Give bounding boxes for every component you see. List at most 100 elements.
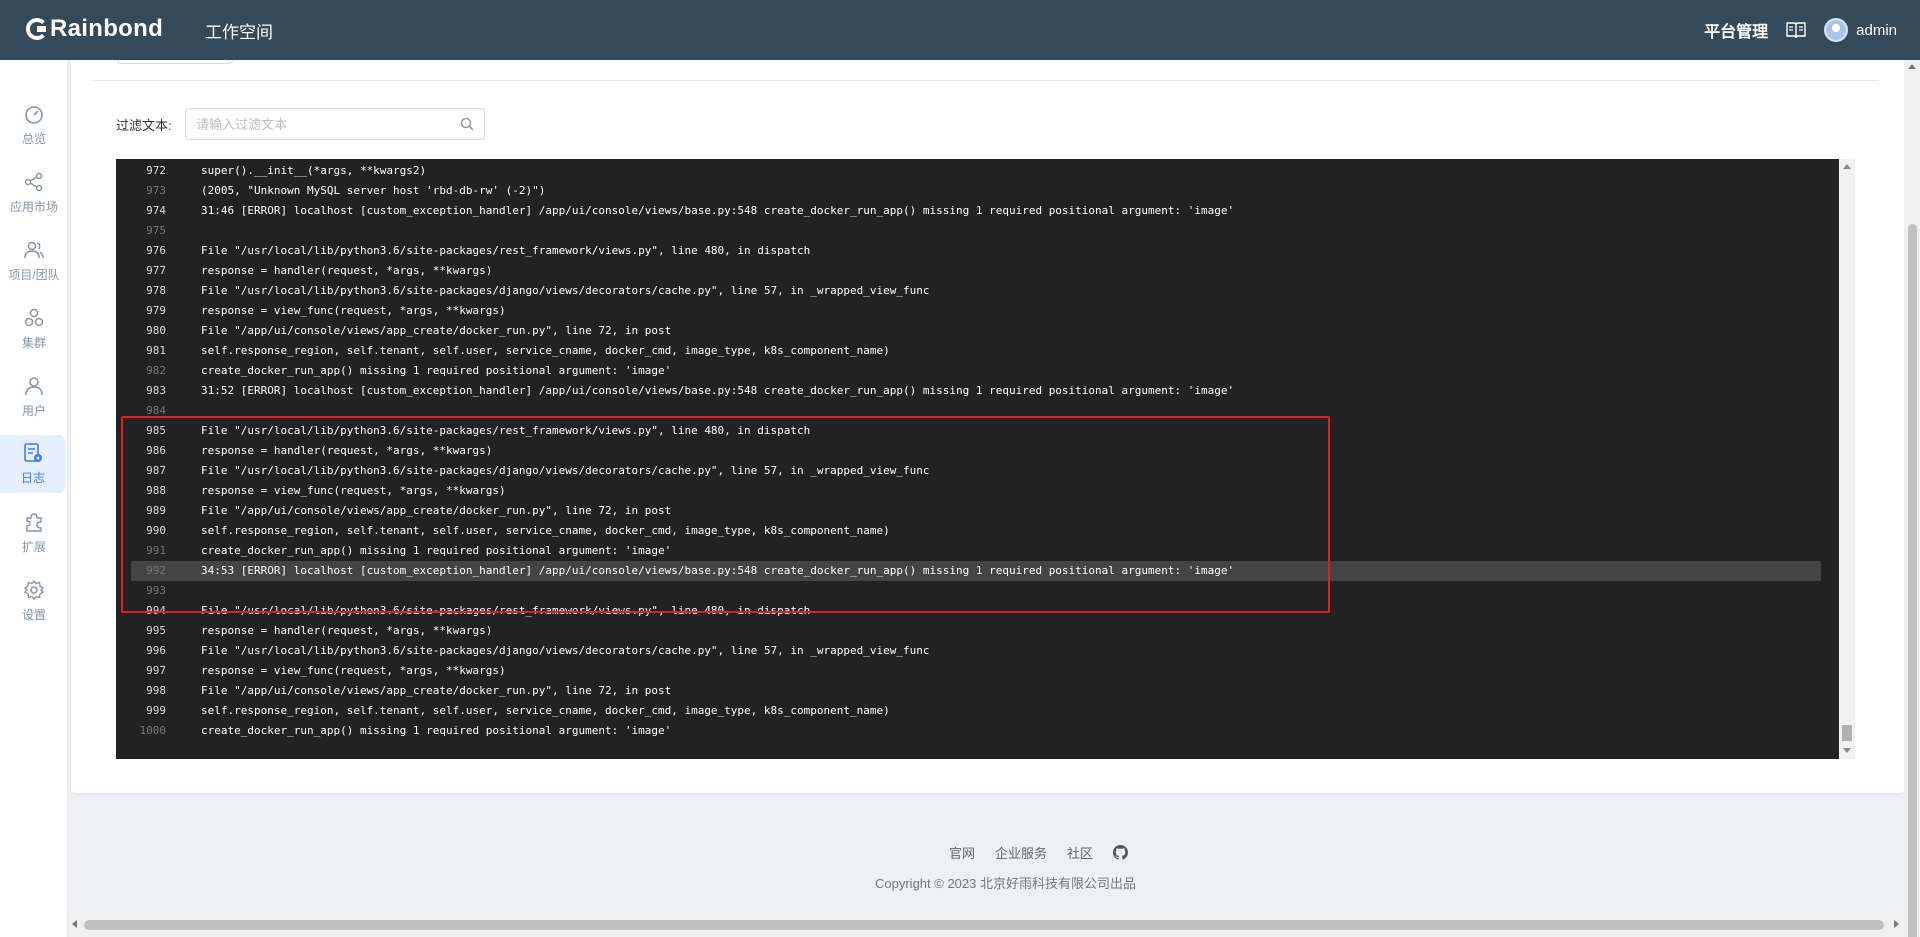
line-number: 984 <box>146 404 166 417</box>
share-icon <box>24 172 43 192</box>
line-number: 974 <box>146 204 166 217</box>
line-number: 1000 <box>139 724 167 737</box>
sidebar: 总览 应用市场 项目/团队 集群 用户 日志 扩展 设置 <box>0 60 68 937</box>
sidebar-item-extensions[interactable]: 扩展 <box>0 504 68 562</box>
line-number: 983 <box>146 384 166 397</box>
line-number: 976 <box>146 244 166 257</box>
brand-name: Rainbond <box>50 15 164 42</box>
sidebar-item-market[interactable]: 应用市场 <box>0 164 68 222</box>
sidebar-item-team[interactable]: 项目/团队 <box>0 232 68 290</box>
page-scroll-right-icon[interactable] <box>1894 920 1899 928</box>
line-number: 991 <box>146 544 166 557</box>
log-line: 995 response = handler(request, *args, **… <box>131 621 1821 641</box>
log-line: 998 File "/app/ui/console/views/app_creat… <box>131 681 1821 701</box>
footer-link-official[interactable]: 官网 <box>949 843 975 862</box>
sidebar-item-settings[interactable]: 设置 <box>0 572 68 630</box>
line-text: response = view_func(request, *args, **k… <box>201 304 506 317</box>
line-number: 994 <box>146 604 166 617</box>
line-number: 975 <box>146 224 166 237</box>
line-text: File "/usr/local/lib/python3.6/site-pack… <box>201 284 930 297</box>
puzzle-icon <box>26 513 42 532</box>
log-line: 994 File "/usr/local/lib/python3.6/site-p… <box>131 601 1821 621</box>
log-line: 975 <box>131 221 1821 241</box>
log-line: 980 File "/app/ui/console/views/app_creat… <box>131 321 1821 341</box>
sidebar-item-logs[interactable]: 日志 <box>0 435 66 493</box>
line-number: 981 <box>146 344 166 357</box>
line-text: self.response_region, self.tenant, self.… <box>201 704 890 717</box>
line-text: File "/usr/local/lib/python3.6/site-pack… <box>201 464 930 477</box>
user-icon <box>25 377 43 396</box>
log-line: 991 create_docker_run_app() missing 1 req… <box>131 541 1821 561</box>
log-line: 984 <box>131 401 1821 421</box>
sidebar-item-label: 应用市场 <box>9 200 58 214</box>
log-line: 977 response = handler(request, *args, **… <box>131 261 1821 281</box>
line-text: self.response_region, self.tenant, self.… <box>201 524 890 537</box>
filter-input-wrapper[interactable] <box>185 108 485 140</box>
workspace-link[interactable]: 工作空间 <box>205 18 273 43</box>
line-text: File "/app/ui/console/views/app_create/d… <box>201 504 672 517</box>
line-number: 973 <box>146 184 166 197</box>
line-number: 982 <box>146 364 166 377</box>
line-text: (2005, "Unknown MySQL server host 'rbd-d… <box>201 184 546 197</box>
line-number: 987 <box>146 464 166 477</box>
log-line: 990 self.response_region, self.tenant, se… <box>131 521 1821 541</box>
sidebar-item-label: 扩展 <box>21 540 46 554</box>
line-number: 995 <box>146 624 166 637</box>
sidebar-item-overview[interactable]: 总览 <box>0 96 68 154</box>
sidebar-item-users[interactable]: 用户 <box>0 368 68 426</box>
avatar[interactable] <box>1824 18 1849 42</box>
log-line: 973 (2005, "Unknown MySQL server host 'rb… <box>131 181 1821 201</box>
filter-input[interactable] <box>186 109 436 139</box>
line-number: 993 <box>146 584 166 597</box>
log-line: 976 File "/usr/local/lib/python3.6/site-p… <box>131 241 1821 261</box>
line-text: super().__init__(*args, **kwargs2) <box>201 164 427 177</box>
sidebar-item-cluster[interactable]: 集群 <box>0 300 68 358</box>
scroll-down-icon[interactable] <box>1843 748 1851 753</box>
line-number: 977 <box>146 264 166 277</box>
line-number: 999 <box>146 704 166 717</box>
log-line: 989 File "/app/ui/console/views/app_creat… <box>131 501 1821 521</box>
sidebar-item-label: 项目/团队 <box>8 268 60 282</box>
github-icon[interactable] <box>1113 845 1129 860</box>
line-text: create_docker_run_app() missing 1 requir… <box>201 724 672 737</box>
platform-admin-link[interactable]: 平台管理 <box>1704 18 1768 42</box>
page-horizontal-scrollbar[interactable] <box>68 912 1904 937</box>
footer-link-community[interactable]: 社区 <box>1067 843 1093 862</box>
sidebar-item-label: 集群 <box>21 336 46 350</box>
book-icon[interactable] <box>1786 21 1806 39</box>
line-number: 998 <box>146 684 166 697</box>
log-line: 974 31:46 [ERROR] localhost [custom_excep… <box>131 201 1821 221</box>
log-scrollbar[interactable] <box>1839 159 1855 759</box>
page-horizontal-thumb[interactable] <box>84 920 1884 930</box>
top-button-edge[interactable] <box>117 60 233 64</box>
line-text: File "/app/ui/console/views/app_create/d… <box>201 684 672 697</box>
filter-label: 过滤文本: <box>116 118 172 133</box>
line-number: 989 <box>146 504 166 517</box>
line-text: File "/usr/local/lib/python3.6/site-pack… <box>201 244 811 257</box>
footer-link-enterprise[interactable]: 企业服务 <box>995 843 1047 862</box>
search-icon[interactable] <box>460 117 474 131</box>
line-number: 978 <box>146 284 166 297</box>
user-name[interactable]: admin <box>1856 22 1897 39</box>
line-number: 997 <box>146 664 166 677</box>
log-scrollbar-thumb[interactable] <box>1842 725 1852 741</box>
log-line: 996 File "/usr/local/lib/python3.6/site-p… <box>131 641 1821 661</box>
page-scroll-up-icon[interactable] <box>1908 64 1916 69</box>
page-vertical-thumb[interactable] <box>1908 224 1917 937</box>
line-text: create_docker_run_app() missing 1 requir… <box>201 544 672 557</box>
log-line: 985 File "/usr/local/lib/python3.6/site-p… <box>131 421 1821 441</box>
line-number: 972 <box>146 164 166 177</box>
scroll-up-icon[interactable] <box>1843 164 1851 169</box>
line-number: 980 <box>146 324 166 337</box>
log-line: 982 create_docker_run_app() missing 1 req… <box>131 361 1821 381</box>
rainbond-logo[interactable]: Rainbond <box>26 14 163 44</box>
log-line: 979 response = view_func(request, *args, … <box>131 301 1821 321</box>
log-line: 992 34:53 [ERROR] localhost [custom_excep… <box>131 561 1821 581</box>
line-text: 34:53 [ERROR] localhost [custom_exceptio… <box>201 564 1235 577</box>
page-vertical-scrollbar[interactable] <box>1904 60 1920 937</box>
line-number: 979 <box>146 304 166 317</box>
log-output[interactable]: 972 super().__init__(*args, **kwargs2) 973… <box>116 159 1839 759</box>
page-scroll-left-icon[interactable] <box>72 920 77 928</box>
line-number: 985 <box>146 424 166 437</box>
line-number: 988 <box>146 484 166 497</box>
